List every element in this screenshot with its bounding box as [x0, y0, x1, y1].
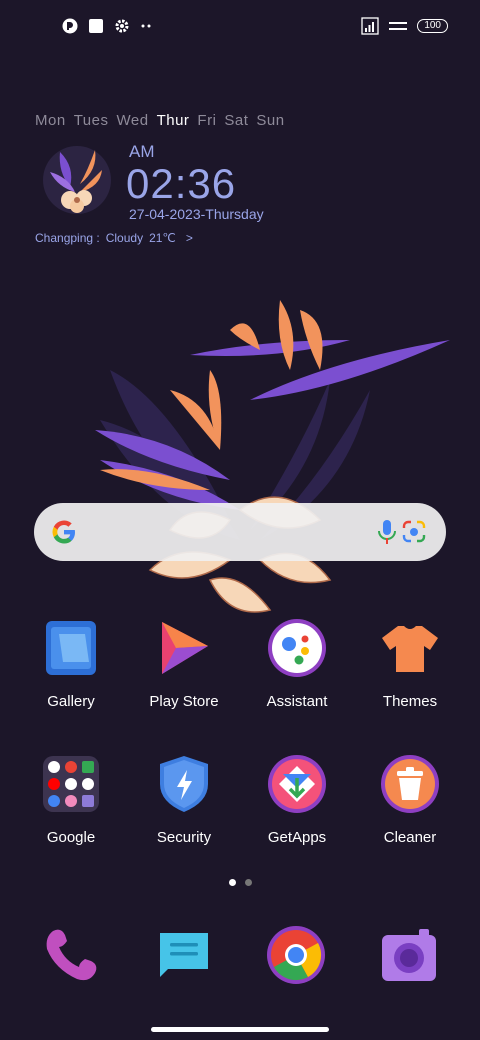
notification-app-icon — [62, 18, 78, 34]
assistant-icon — [268, 619, 326, 677]
clock-ampm: AM — [129, 142, 155, 161]
home-gesture-bar[interactable] — [151, 1027, 329, 1032]
app-label: Assistant — [266, 693, 328, 710]
google-search-bar[interactable] — [34, 503, 446, 561]
weather-temp: 21℃ — [149, 231, 176, 245]
widget-flower-image — [43, 146, 111, 214]
day-sun: Sun — [256, 112, 285, 129]
weather-arrow: > — [185, 231, 193, 245]
app-play-store[interactable]: Play Store — [134, 618, 234, 710]
square-icon — [89, 19, 103, 33]
security-icon — [160, 756, 208, 812]
day-fri: Fri — [197, 112, 217, 129]
weather-condition: Cloudy — [105, 231, 144, 245]
play-store-icon — [162, 622, 208, 674]
app-cleaner[interactable]: Cleaner — [360, 754, 460, 846]
cleaner-icon — [381, 755, 439, 813]
data-icon — [389, 22, 408, 30]
status-bar: 100 — [0, 0, 480, 56]
more-dots-icon — [141, 24, 151, 28]
app-gallery[interactable]: Gallery — [21, 618, 121, 710]
gear-icon — [115, 19, 129, 33]
app-getapps[interactable]: GetApps — [247, 754, 347, 846]
camera-icon[interactable] — [379, 925, 439, 985]
lens-icon[interactable] — [401, 520, 427, 544]
page-dot[interactable] — [245, 879, 252, 886]
getapps-icon — [268, 755, 326, 813]
day-sat: Sat — [224, 112, 249, 129]
app-label: Gallery — [47, 693, 95, 710]
day-mon: Mon — [35, 112, 66, 129]
app-label: Themes — [382, 693, 438, 710]
gallery-icon — [46, 621, 96, 675]
messages-icon[interactable] — [154, 925, 214, 985]
day-tue: Tues — [73, 112, 109, 129]
battery-indicator: 100 — [417, 19, 448, 33]
app-assistant[interactable]: Assistant — [247, 618, 347, 710]
themes-icon — [382, 626, 438, 672]
clock-date[interactable]: 27-04-2023-Thursday — [129, 206, 264, 222]
app-label: Cleaner — [383, 829, 437, 846]
google-folder-icon — [43, 756, 99, 812]
weekday-row: Mon Tues Wed Thur Fri Sat Sun — [35, 112, 285, 129]
app-label: Security — [156, 829, 212, 846]
clock-time[interactable]: 02:36 — [126, 160, 236, 208]
google-g-icon — [52, 520, 75, 544]
app-label: Google — [46, 829, 96, 846]
phone-icon[interactable] — [41, 925, 101, 985]
page-indicator[interactable] — [229, 879, 252, 886]
app-security[interactable]: Security — [134, 754, 234, 846]
page-dot-current[interactable] — [229, 879, 236, 886]
weather-city: Changping : — [35, 231, 100, 245]
app-google-folder[interactable]: Google — [21, 754, 121, 846]
app-label: Play Store — [149, 693, 219, 710]
mic-icon[interactable] — [376, 519, 398, 545]
day-thu: Thur — [156, 112, 190, 129]
weather-line[interactable]: Changping : Cloudy 21℃ > — [35, 231, 193, 245]
day-wed: Wed — [116, 112, 149, 129]
wallpaper-flower — [95, 300, 450, 613]
app-themes[interactable]: Themes — [360, 618, 460, 710]
app-label: GetApps — [267, 829, 327, 846]
signal-bars-icon — [361, 17, 379, 35]
chrome-icon[interactable] — [266, 925, 326, 985]
